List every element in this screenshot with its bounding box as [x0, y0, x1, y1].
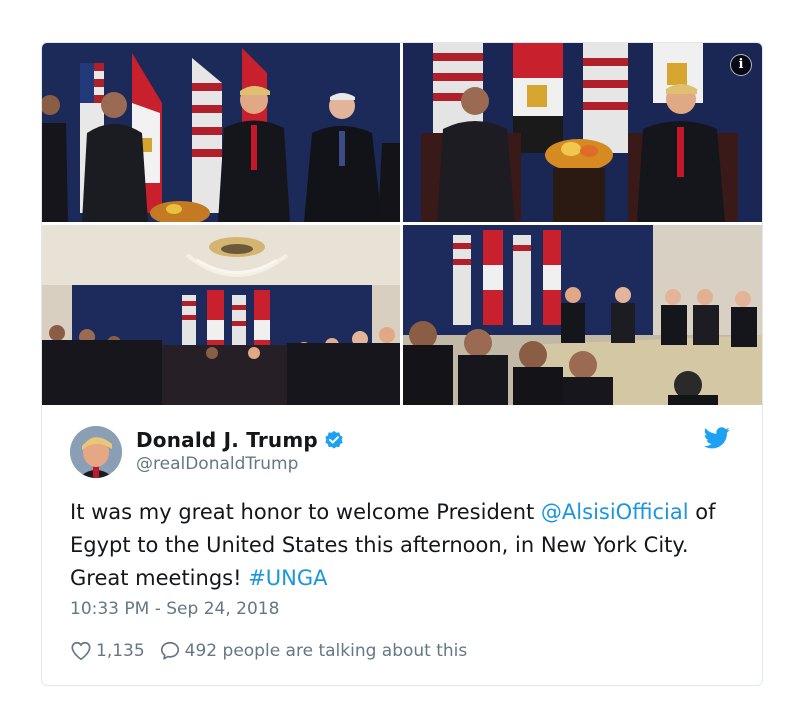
author-name-row: Donald J. Trump [136, 427, 344, 453]
twitter-bird-icon[interactable] [704, 427, 730, 449]
tweet-text-part: It was my great honor to welcome Preside… [70, 500, 541, 524]
photo-4[interactable] [403, 225, 762, 405]
heart-icon[interactable] [70, 640, 92, 662]
tweet-text: It was my great honor to welcome Preside… [70, 496, 730, 595]
photo-2[interactable] [403, 43, 762, 222]
user-handle[interactable]: @realDonaldTrump [136, 454, 298, 474]
tweet-actions: 1,135 492 people are talking about this [70, 638, 467, 664]
mention-link[interactable]: @AlsisiOfficial [541, 500, 689, 524]
avatar-image [70, 426, 122, 478]
like-count[interactable]: 1,135 [96, 641, 145, 661]
hashtag-link[interactable]: #UNGA [248, 566, 327, 590]
verified-badge-icon [325, 430, 343, 449]
timestamp[interactable]: 10:33 PM - Sep 24, 2018 [70, 599, 279, 619]
display-name[interactable]: Donald J. Trump [136, 428, 318, 452]
talking-count[interactable]: 492 people are talking about this [185, 641, 468, 661]
photo-3[interactable] [42, 225, 400, 405]
tweet-card[interactable]: i Donald J. Trump @realDonaldTrump It wa… [41, 42, 763, 686]
photo-1[interactable] [42, 43, 400, 222]
info-icon[interactable]: i [730, 54, 752, 76]
photo-grid: i [42, 43, 762, 405]
speech-bubble-icon[interactable] [159, 640, 181, 662]
avatar[interactable] [70, 426, 122, 478]
